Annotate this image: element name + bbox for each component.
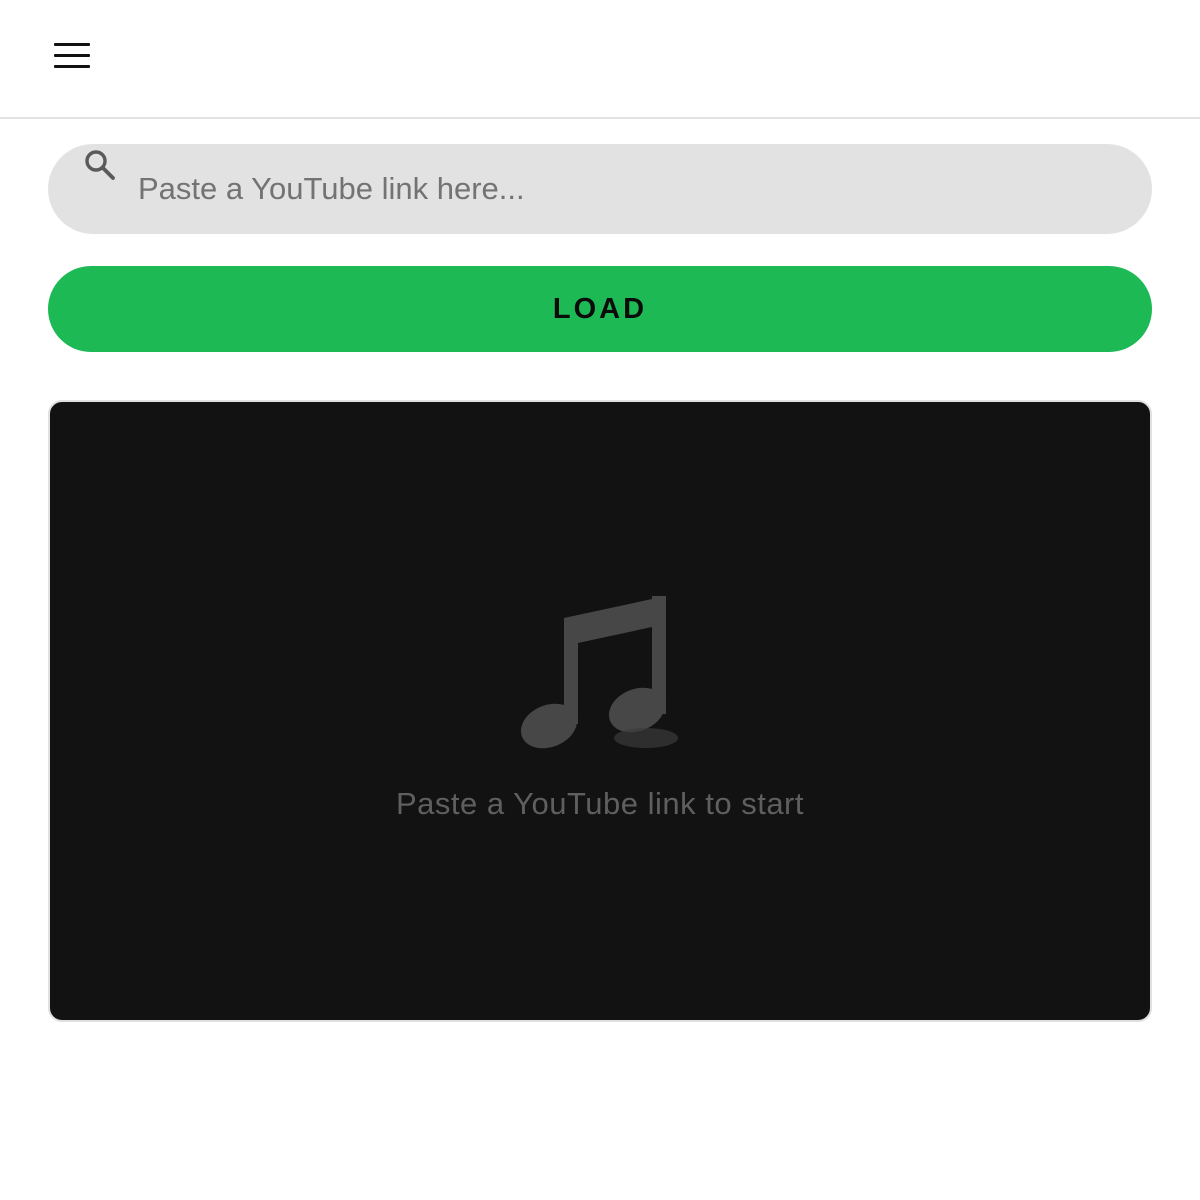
music-note-icon	[520, 596, 678, 749]
load-button[interactable]: LOAD	[48, 266, 1152, 352]
search-input[interactable]	[138, 166, 1118, 212]
app-bar	[0, 0, 1200, 119]
empty-state-message: Paste a YouTube link to start	[396, 786, 804, 821]
search-icon	[85, 150, 115, 180]
menu-button[interactable]	[44, 32, 100, 80]
